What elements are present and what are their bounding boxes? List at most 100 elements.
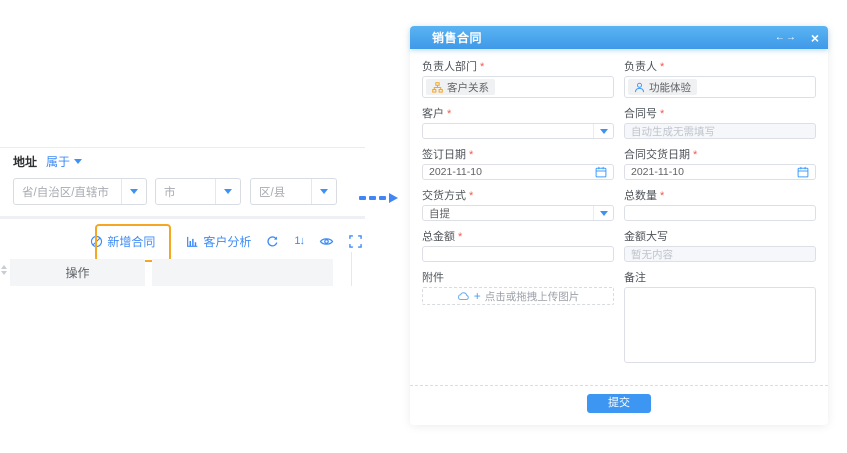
department-label: 负责人部门 [422, 61, 477, 73]
address-operator-label: 属于 [46, 153, 70, 170]
owner-label: 负责人 [624, 61, 657, 73]
field-sign-date: 签订日期 * 2021-11-10 [422, 149, 614, 180]
delivery-method-value: 自提 [423, 206, 593, 221]
address-operator-dropdown[interactable]: 属于 [46, 153, 82, 170]
field-customer: 客户 * [422, 108, 614, 139]
cloud-upload-icon [457, 291, 470, 301]
list-toolbar: 新增合同 客户分析 1↓ [0, 229, 362, 253]
add-contract-button[interactable]: 新增合同 [90, 233, 155, 250]
calendar-icon [595, 166, 607, 178]
customer-select[interactable] [422, 123, 614, 139]
remark-textarea[interactable] [624, 287, 816, 363]
customer-analysis-button[interactable]: 客户分析 [186, 233, 251, 250]
chevron-down-icon [311, 179, 336, 204]
total-amount-field [422, 246, 614, 262]
delivery-date-input[interactable]: 2021-11-10 [624, 164, 816, 180]
eye-icon[interactable] [319, 235, 334, 248]
total-quantity-field [624, 205, 816, 221]
city-select[interactable]: 市 [155, 178, 241, 205]
required-mark: * [480, 61, 484, 73]
amount-in-words-label: 金额大写 [624, 231, 668, 243]
delivery-date-value: 2021-11-10 [631, 166, 684, 178]
edit-pen-icon [90, 235, 103, 248]
sign-date-label: 签订日期 [422, 149, 466, 161]
panel-edge-line [351, 252, 352, 286]
contract-no-label: 合同号 [624, 108, 657, 120]
customer-label: 客户 [422, 108, 444, 120]
divider [0, 216, 365, 219]
department-input[interactable]: 客户关系 [422, 76, 614, 98]
sort-arrows-icon[interactable] [1, 265, 7, 275]
close-icon[interactable]: × [811, 31, 819, 45]
department-tag[interactable]: 客户关系 [426, 79, 495, 95]
person-icon [634, 82, 645, 93]
contract-form: 负责人部门 * 客户关系 负责人 * [410, 49, 828, 363]
divider [170, 234, 171, 248]
customer-analysis-label: 客户分析 [203, 233, 251, 250]
modal-title: 销售合同 [432, 29, 775, 46]
contract-no-placeholder: 自动生成无需填写 [631, 124, 715, 139]
fullscreen-icon[interactable] [349, 235, 362, 248]
field-delivery-date: 合同交货日期 * 2021-11-10 [624, 149, 816, 180]
calendar-icon [797, 166, 809, 178]
attachment-label: 附件 [422, 272, 444, 284]
required-mark: * [660, 190, 664, 202]
province-select[interactable]: 省/自治区/直辖市 [13, 178, 147, 205]
department-tag-label: 客户关系 [447, 80, 489, 95]
field-owner: 负责人 * 功能体验 [624, 61, 816, 98]
owner-input[interactable]: 功能体验 [624, 76, 816, 98]
required-mark: * [660, 61, 664, 73]
field-amount-in-words: 金额大写 暂无内容 [624, 231, 816, 262]
operation-column-label: 操作 [65, 264, 89, 281]
field-remark: 备注 [624, 272, 816, 363]
table-header-empty [152, 259, 333, 286]
owner-tag[interactable]: 功能体验 [628, 79, 697, 95]
plus-icon: + [474, 290, 481, 302]
owner-tag-label: 功能体验 [649, 80, 691, 95]
submit-button[interactable]: 提交 [587, 394, 651, 413]
total-quantity-input[interactable] [631, 206, 809, 220]
sort-icon[interactable]: 1↓ [294, 235, 304, 247]
total-amount-input[interactable] [429, 247, 607, 261]
chevron-down-icon [593, 124, 613, 138]
field-attachment: 附件 + 点击或拖拽上传图片 [422, 272, 614, 305]
required-mark: * [469, 149, 473, 161]
sign-date-input[interactable]: 2021-11-10 [422, 164, 614, 180]
amount-in-words-placeholder: 暂无内容 [631, 247, 673, 262]
resize-horizontal-icon[interactable]: ←→ [775, 32, 797, 43]
chevron-down-icon [121, 179, 146, 204]
province-select-placeholder: 省/自治区/直辖市 [14, 184, 121, 200]
upload-dropzone[interactable]: + 点击或拖拽上传图片 [422, 287, 614, 305]
address-filter-row: 地址 属于 [13, 153, 82, 170]
district-select-placeholder: 区/县 [251, 184, 311, 200]
customer-list-panel: 地址 属于 省/自治区/直辖市 市 区/县 [0, 0, 400, 320]
org-chart-icon [432, 82, 443, 93]
required-mark: * [447, 108, 451, 120]
field-total-quantity: 总数量 * [624, 190, 816, 221]
screen: 地址 属于 省/自治区/直辖市 市 区/县 [0, 0, 847, 453]
modal-footer: 提交 [410, 386, 828, 425]
city-select-placeholder: 市 [156, 184, 215, 200]
delivery-method-label: 交货方式 [422, 190, 466, 202]
upload-hint-text: 点击或拖拽上传图片 [485, 289, 580, 304]
contract-no-input: 自动生成无需填写 [624, 123, 816, 139]
bar-chart-icon [186, 235, 199, 248]
required-mark: * [693, 149, 697, 161]
flow-arrow-icon [359, 193, 398, 203]
sign-date-value: 2021-11-10 [429, 166, 482, 178]
field-delivery-method: 交货方式 * 自提 [422, 190, 614, 221]
modal-header: 销售合同 ←→ × [410, 26, 828, 49]
refresh-icon[interactable] [266, 235, 279, 248]
total-amount-label: 总金额 [422, 231, 455, 243]
delivery-date-label: 合同交货日期 [624, 149, 690, 161]
address-label: 地址 [13, 153, 37, 170]
required-mark: * [458, 231, 462, 243]
amount-in-words-input: 暂无内容 [624, 246, 816, 262]
field-contract-no: 合同号 * 自动生成无需填写 [624, 108, 816, 139]
delivery-method-select[interactable]: 自提 [422, 205, 614, 221]
required-mark: * [469, 190, 473, 202]
field-total-amount: 总金额 * [422, 231, 614, 262]
district-select[interactable]: 区/县 [250, 178, 337, 205]
chevron-down-icon [593, 206, 613, 220]
chevron-down-icon [215, 179, 240, 204]
